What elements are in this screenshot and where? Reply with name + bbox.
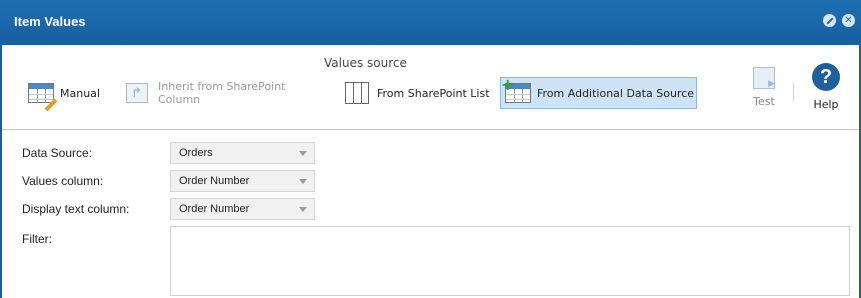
test-icon bbox=[753, 67, 775, 89]
add-data-source-icon: + bbox=[501, 77, 531, 105]
test-button[interactable]: Test bbox=[750, 67, 778, 108]
title-bar: Item Values ✕ bbox=[0, 0, 861, 45]
ribbon-separator bbox=[793, 83, 794, 101]
from-sharepoint-list-button[interactable]: From SharePoint List bbox=[345, 77, 490, 109]
dropdown-caret-icon bbox=[299, 151, 307, 156]
values-column-value: Order Number bbox=[179, 175, 250, 187]
data-source-value: Orders bbox=[179, 147, 213, 159]
help-label: Help bbox=[813, 98, 839, 111]
minimize-icon[interactable] bbox=[823, 14, 836, 27]
test-label: Test bbox=[753, 95, 775, 108]
close-icon[interactable]: ✕ bbox=[842, 14, 855, 27]
data-source-row: Data Source: bbox=[22, 142, 172, 164]
display-text-column-value: Order Number bbox=[179, 203, 250, 215]
from-additional-data-source-button[interactable]: + From Additional Data Source bbox=[500, 77, 697, 109]
manual-button[interactable]: Manual bbox=[28, 77, 112, 112]
filter-label: Filter: bbox=[22, 232, 52, 246]
values-column-select[interactable]: Order Number bbox=[170, 170, 315, 192]
values-column-label: Values column: bbox=[22, 174, 104, 188]
from-sharepoint-list-label: From SharePoint List bbox=[377, 86, 490, 100]
values-column-row: Values column: bbox=[22, 170, 172, 192]
filter-input[interactable] bbox=[170, 226, 850, 296]
item-values-dialog: Item Values ✕ Values source Manual Inher… bbox=[0, 0, 861, 298]
ribbon: Values source Manual Inherit from ShareP… bbox=[2, 45, 859, 130]
help-icon: ? bbox=[812, 63, 840, 91]
list-columns-icon bbox=[345, 81, 371, 105]
dropdown-caret-icon bbox=[299, 207, 307, 212]
inherit-column-icon bbox=[126, 81, 152, 105]
from-additional-data-source-label: From Additional Data Source bbox=[537, 86, 695, 100]
inherit-label: Inherit from SharePoint Column bbox=[158, 80, 286, 106]
help-button[interactable]: ? Help bbox=[810, 63, 842, 111]
data-source-select[interactable]: Orders bbox=[170, 142, 315, 164]
inherit-sharepoint-column-button[interactable]: Inherit from SharePoint Column bbox=[126, 77, 326, 109]
values-source-group-label: Values source bbox=[324, 56, 407, 70]
dialog-title: Item Values bbox=[14, 14, 86, 29]
data-source-label: Data Source: bbox=[22, 146, 93, 160]
display-text-column-select[interactable]: Order Number bbox=[170, 198, 315, 220]
display-text-column-row: Display text column: bbox=[22, 198, 172, 220]
manual-label: Manual bbox=[60, 86, 100, 100]
dropdown-caret-icon bbox=[299, 179, 307, 184]
display-text-column-label: Display text column: bbox=[22, 202, 130, 216]
table-edit-icon bbox=[28, 81, 58, 112]
